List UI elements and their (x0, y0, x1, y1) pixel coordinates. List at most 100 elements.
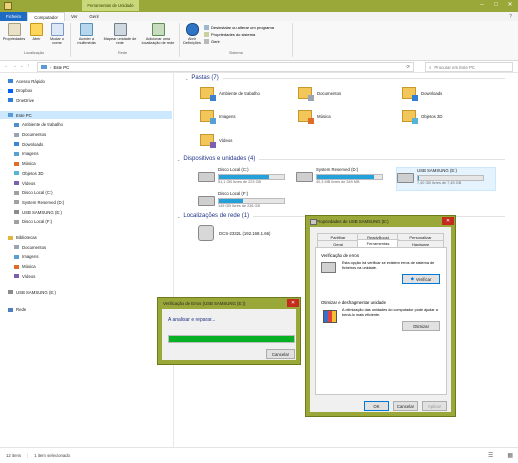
title-bar: Ferramentas de Unidade – □ ✕ (0, 0, 518, 12)
sidebar-item[interactable]: Vídeos (0, 272, 172, 280)
drive-free-space: 51,1 GB livres de 223 GB (218, 180, 262, 184)
tab-computer[interactable]: Computador (27, 11, 65, 22)
tab-tools[interactable]: Ferramentas (357, 239, 399, 247)
drive-check-icon (321, 262, 336, 273)
sidebar-item[interactable]: Imagens (0, 253, 172, 261)
collapse-chevron-icon[interactable]: ⌄ (177, 157, 180, 162)
sidebar-item-label: Dropbox (16, 88, 33, 94)
optimize-button[interactable]: Otimizar (402, 321, 440, 331)
drive-item[interactable]: USB SAMSUNG (E:) 7,40 GB livres de 7,45 G… (396, 167, 496, 191)
close-icon[interactable]: ✕ (504, 0, 516, 9)
open-button[interactable]: Abrir (29, 23, 44, 41)
drive-item[interactable]: Disco Local (F:) 149 GB livres de 236 GB (198, 191, 296, 213)
sidebar-item[interactable]: Disco Local (C:) (0, 189, 172, 197)
sidebar-item[interactable]: Rede (0, 306, 172, 314)
folder-badge (308, 118, 314, 124)
add-location-label: Adicionar uma localização de rede (141, 37, 175, 46)
sidebar-item[interactable]: OneDrive (0, 96, 172, 104)
collapse-chevron-icon[interactable]: ⌄ (185, 76, 188, 81)
address-bar[interactable]: › Este PC ⟳ (37, 62, 414, 72)
sidebar-item[interactable]: Música (0, 160, 172, 168)
libraries-icon (8, 235, 13, 240)
add-network-location-button[interactable]: Adicionar uma localização de rede (139, 23, 177, 45)
forward-icon[interactable]: → (12, 63, 17, 69)
folder-item[interactable]: Downloads (402, 87, 442, 101)
help-icon[interactable]: ? (509, 14, 512, 20)
section-folders-header[interactable]: ⌄ Pastas (7) (185, 75, 505, 81)
computer-icon (41, 65, 47, 69)
folder-item[interactable]: Documentos (298, 87, 341, 101)
folder-item[interactable]: Ambiente de trabalho (200, 87, 260, 101)
hard-drive-icon (296, 172, 313, 182)
system-properties-command[interactable]: Propriedades do sistema (204, 32, 255, 37)
check-button[interactable]: ◆ Verificar (402, 274, 440, 284)
pictures-folder-icon (200, 110, 216, 124)
apply-button[interactable]: Aplicar (422, 401, 447, 411)
network-location-item[interactable]: DCS-2332L (192.168.1.66) (198, 225, 270, 241)
open-settings-button[interactable]: Abrir Definições (182, 23, 202, 45)
details-view-icon[interactable]: ☰ (488, 452, 493, 459)
sidebar-item[interactable]: Documentos (0, 131, 172, 139)
sidebar-item[interactable]: Documentos (0, 243, 172, 251)
maximize-icon[interactable]: □ (490, 0, 502, 9)
cancel-button[interactable]: Cancelar (393, 401, 418, 411)
close-icon[interactable]: ✕ (442, 217, 454, 225)
folder-badge (210, 142, 216, 148)
sidebar-item[interactable]: USB SAMSUNG (E:) (0, 288, 172, 296)
drive-usage-fill (418, 176, 419, 180)
breadcrumb-este-pc[interactable]: Este PC (53, 65, 69, 70)
tab-manage[interactable]: Gerir (83, 12, 105, 21)
sidebar-item[interactable]: Acesso Rápido (0, 77, 172, 85)
drive-item[interactable]: Disco Local (C:) 51,1 GB livres de 223 GB (198, 167, 296, 189)
folder-label: Vídeos (219, 137, 233, 143)
large-icons-view-icon[interactable]: ▦ (507, 452, 513, 459)
access-media-button[interactable]: Aceder a multimédia (73, 23, 100, 45)
sidebar-item[interactable]: Dropbox (0, 87, 172, 95)
sidebar-item[interactable]: Objetos 3D (0, 169, 172, 177)
quick-access-folder-icon[interactable] (4, 2, 12, 10)
sidebar-item[interactable]: Este PC (0, 111, 172, 120)
sidebar-item[interactable]: Bibliotecas (0, 234, 172, 242)
rename-button[interactable]: Mudar o nome (47, 23, 67, 45)
group-location-label: Localização (24, 51, 45, 55)
sidebar-item-label: USB SAMSUNG (E:) (16, 289, 56, 295)
folder-item[interactable]: Música (298, 110, 331, 124)
minimize-icon[interactable]: – (476, 0, 488, 9)
sidebar-item-label: Rede (16, 307, 27, 313)
properties-button[interactable]: Propriedades (3, 23, 25, 41)
scan-status-text: A analisar e reparar... (168, 317, 216, 323)
sidebar-item[interactable]: Disco Local (F:) (0, 218, 172, 226)
recent-chevron-icon[interactable]: ⌄ (20, 63, 23, 68)
sidebar-item[interactable]: USB SAMSUNG (E:) (0, 208, 172, 216)
section-devices-header[interactable]: ⌄ Dispositivos e unidades (4) (177, 156, 505, 162)
manage-command[interactable]: Gerir (204, 39, 220, 44)
up-icon[interactable]: ↑ (27, 63, 30, 69)
close-icon[interactable]: ✕ (287, 299, 299, 307)
cancel-button[interactable]: Cancelar (266, 349, 295, 359)
sidebar-item[interactable]: Música (0, 263, 172, 271)
refresh-icon[interactable]: ⟳ (406, 64, 410, 70)
sidebar-item[interactable]: Ambiente de trabalho (0, 121, 172, 129)
search-input[interactable]: ⌕ Procurar em Este PC (425, 62, 513, 72)
tab-view[interactable]: Ver (65, 12, 83, 21)
collapse-chevron-icon[interactable]: ⌄ (177, 214, 180, 219)
sidebar-item[interactable]: System Reserved (D:) (0, 198, 172, 206)
drive-free-space: 7,40 GB livres de 7,45 GB (417, 181, 462, 185)
tab-file[interactable]: Ficheiro (0, 12, 28, 21)
folder-item[interactable]: Vídeos (200, 134, 233, 148)
videos-folder-icon (200, 134, 216, 148)
sidebar-item[interactable]: Downloads (0, 140, 172, 148)
folder-item[interactable]: Imagens (200, 110, 235, 124)
folder-item[interactable]: Objetos 3D (402, 110, 443, 124)
search-icon: ⌕ (429, 64, 432, 70)
sidebar-item[interactable]: Imagens (0, 150, 172, 158)
map-drive-button[interactable]: Mapear unidade de rede (103, 23, 137, 45)
sidebar-item[interactable]: Vídeos (0, 179, 172, 187)
ok-button[interactable]: OK (364, 401, 389, 411)
drive-item[interactable]: System Reserved (D:) 40,3 MB livres de 34… (296, 167, 394, 189)
sidebar-item-label: Este PC (16, 112, 32, 118)
section-divider (222, 77, 505, 79)
back-icon[interactable]: ← (4, 63, 9, 69)
usb-drive-icon (14, 210, 19, 215)
uninstall-program-command[interactable]: Desinstalar ou alterar um programa (204, 25, 274, 30)
